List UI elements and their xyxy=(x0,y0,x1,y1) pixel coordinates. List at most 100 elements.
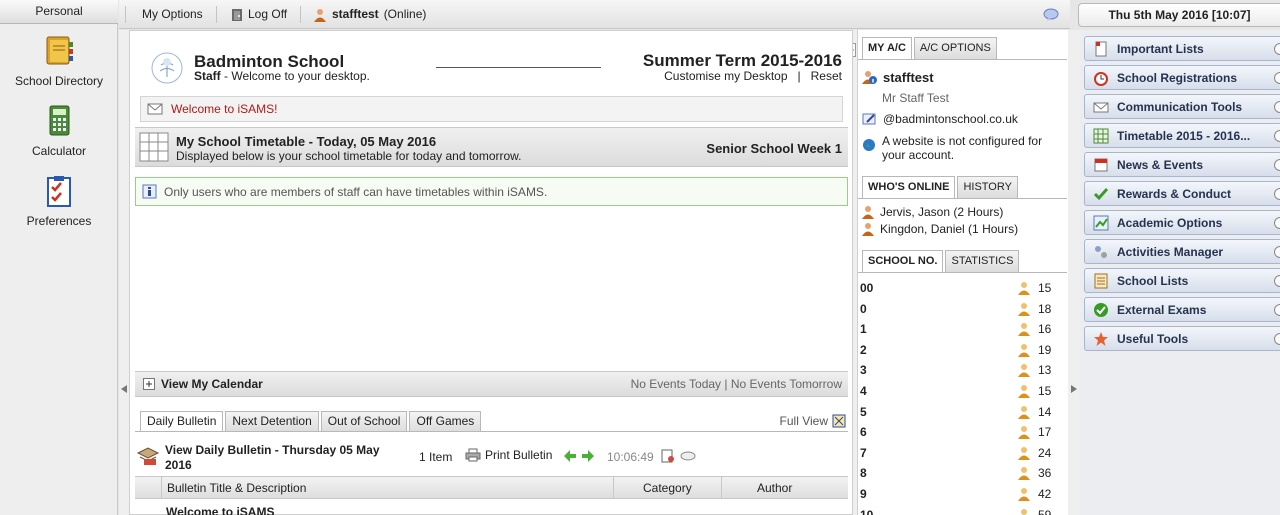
menu-item[interactable]: Useful Tools xyxy=(1084,326,1280,351)
stats-row[interactable]: 2 19 xyxy=(858,340,1067,360)
person-icon xyxy=(1018,322,1032,337)
stats-tabs: SCHOOL NO. STATISTICS xyxy=(858,250,1020,272)
my-options-link[interactable]: My Options xyxy=(142,0,203,29)
calculator-app[interactable]: Calculator xyxy=(0,104,118,158)
customise-desktop-link[interactable]: Customise my Desktop xyxy=(664,69,787,83)
reset-link[interactable]: Reset xyxy=(811,69,842,83)
chevron-icon[interactable] xyxy=(1274,72,1280,84)
stats-row[interactable]: 7 24 xyxy=(858,443,1067,463)
stats-row[interactable]: 9 42 xyxy=(858,484,1067,504)
menu-item[interactable]: Communication Tools xyxy=(1084,94,1280,119)
tab-underline xyxy=(858,59,1067,60)
expand-plus-icon[interactable] xyxy=(143,378,155,390)
stats-row[interactable]: 0 18 xyxy=(858,299,1067,319)
tab-ac-options[interactable]: A/C OPTIONS xyxy=(913,37,997,59)
arrow-left-icon xyxy=(121,385,127,393)
grid-icon xyxy=(139,132,169,162)
chevron-icon[interactable] xyxy=(1274,43,1280,55)
calendar-bar[interactable]: View My Calendar No Events Today | No Ev… xyxy=(135,371,848,397)
term-title: Summer Term 2015-2016 xyxy=(642,51,842,70)
personal-tab[interactable]: Personal xyxy=(0,0,118,24)
person-icon xyxy=(1018,446,1032,460)
tab-school-no[interactable]: SCHOOL NO. xyxy=(862,250,944,272)
column-divider xyxy=(613,477,614,499)
item-count: 1 Item xyxy=(419,450,453,464)
chevron-icon[interactable] xyxy=(1274,217,1280,229)
username-label: stafftest xyxy=(332,7,379,21)
email-text: @badmintonschool.co.uk xyxy=(883,112,1018,126)
school-directory-label: School Directory xyxy=(14,74,104,88)
column-title[interactable]: Bulletin Title & Description xyxy=(167,481,306,495)
stats-row[interactable]: 1 16 xyxy=(858,319,1067,339)
bulletin-title: View Daily Bulletin - Thursday 05 May 20… xyxy=(165,443,380,473)
column-author[interactable]: Author xyxy=(757,481,792,495)
tab-off-games[interactable]: Off Games xyxy=(409,411,482,432)
next-arrow-icon[interactable] xyxy=(582,450,594,462)
menu-item[interactable]: School Lists xyxy=(1084,268,1280,293)
school-number: 2 xyxy=(860,342,867,357)
tab-my-ac[interactable]: MY A/C xyxy=(862,37,912,59)
collapse-right-strip[interactable] xyxy=(1068,30,1080,515)
school-directory-app[interactable]: School Directory xyxy=(0,34,118,88)
stats-row[interactable]: 4 15 xyxy=(858,381,1067,401)
column-divider xyxy=(721,477,722,499)
stats-row[interactable]: 3 13 xyxy=(858,360,1067,380)
person-icon xyxy=(1018,425,1032,440)
chevron-icon[interactable] xyxy=(1274,101,1280,113)
chevron-icon[interactable] xyxy=(1274,304,1280,316)
print-bulletin-button[interactable]: Print Bulletin xyxy=(465,448,552,462)
stats-row[interactable]: 8 36 xyxy=(858,463,1067,483)
stats-row[interactable]: 6 17 xyxy=(858,422,1067,442)
preferences-app[interactable]: Preferences xyxy=(0,174,118,228)
tab-statistics[interactable]: STATISTICS xyxy=(945,250,1020,272)
person-icon xyxy=(1018,281,1032,295)
account-fullname: Mr Staff Test xyxy=(882,91,949,105)
tab-history[interactable]: HISTORY xyxy=(957,176,1018,198)
count-value: 36 xyxy=(1038,466,1052,481)
column-category[interactable]: Category xyxy=(643,481,692,495)
tab-out-of-school[interactable]: Out of School xyxy=(320,411,408,432)
chevron-icon[interactable] xyxy=(1274,246,1280,258)
chevron-icon[interactable] xyxy=(1274,275,1280,287)
menu-item[interactable]: Academic Options xyxy=(1084,210,1280,235)
menu-item[interactable]: External Exams xyxy=(1084,297,1280,322)
chevron-icon[interactable] xyxy=(1274,188,1280,200)
count-value: 24 xyxy=(1038,445,1052,460)
attachment-icon[interactable] xyxy=(680,450,696,462)
log-off-link[interactable]: Log Off xyxy=(231,0,287,29)
full-view-link[interactable]: Full View xyxy=(780,414,846,428)
stats-row[interactable]: 00 15 xyxy=(858,278,1067,298)
my-options-label: My Options xyxy=(142,7,203,21)
menu-item[interactable]: Rewards & Conduct xyxy=(1084,181,1280,206)
school-number: 0 xyxy=(860,301,867,316)
role-label: Staff xyxy=(194,69,221,83)
school-number: 1 xyxy=(860,322,867,337)
menu-item[interactable]: Activities Manager xyxy=(1084,239,1280,264)
tab-daily-bulletin[interactable]: Daily Bulletin xyxy=(140,411,224,432)
prev-arrow-icon[interactable] xyxy=(564,450,576,462)
online-user[interactable]: Kingdon, Daniel (1 Hours) xyxy=(861,222,1018,236)
person-icon xyxy=(1018,363,1032,378)
tab-next-detention[interactable]: Next Detention xyxy=(225,411,319,432)
menu-item-label: External Exams xyxy=(1117,302,1207,317)
chat-icon[interactable] xyxy=(1043,0,1059,29)
chevron-icon[interactable] xyxy=(1274,130,1280,142)
menu-item[interactable]: Timetable 2015 - 2016... xyxy=(1084,123,1280,148)
stats-row[interactable]: 5 14 xyxy=(858,402,1067,422)
bulletin-settings-icon[interactable] xyxy=(661,449,675,463)
menu-item[interactable]: Important Lists xyxy=(1084,36,1280,61)
menu-item[interactable]: News & Events xyxy=(1084,152,1280,177)
date-display: Thu 5th May 2016 [10:07] xyxy=(1078,3,1280,27)
online-user[interactable]: Jervis, Jason (2 Hours) xyxy=(861,205,1003,219)
menu-item[interactable]: School Registrations xyxy=(1084,65,1280,90)
bulletin-row-title[interactable]: Welcome to iSAMS xyxy=(166,505,274,515)
count-value: 14 xyxy=(1038,404,1052,419)
tab-whos-online[interactable]: WHO'S ONLINE xyxy=(862,176,956,198)
stats-row[interactable]: 10 59 xyxy=(858,505,1067,515)
school-number: 5 xyxy=(860,404,867,419)
collapse-left-strip[interactable] xyxy=(119,30,129,515)
menu-item-label: Activities Manager xyxy=(1117,244,1224,259)
chevron-icon[interactable] xyxy=(1274,333,1280,345)
user-icon xyxy=(313,8,327,22)
chevron-icon[interactable] xyxy=(1274,159,1280,171)
